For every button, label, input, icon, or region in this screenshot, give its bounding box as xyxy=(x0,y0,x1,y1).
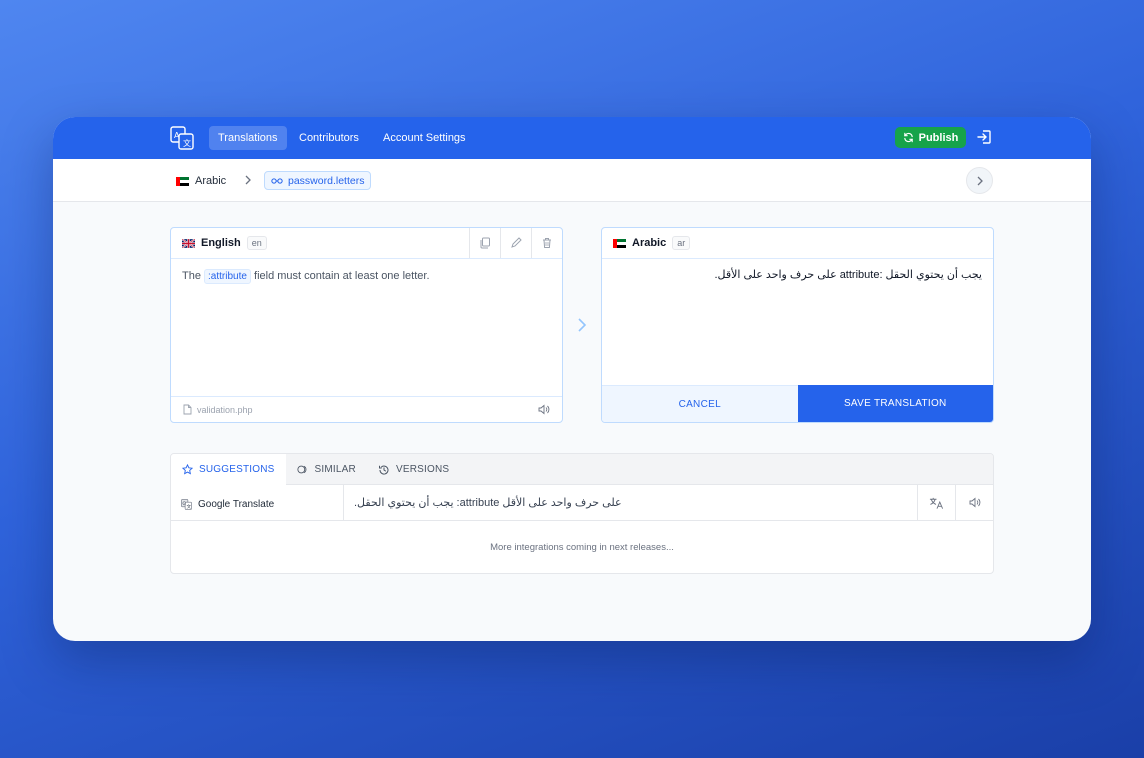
more-integrations-note: More integrations coming in next release… xyxy=(490,541,674,553)
chevron-right-icon xyxy=(578,318,587,332)
cancel-button[interactable]: CANCEL xyxy=(602,385,798,422)
google-translate-icon: G 文 xyxy=(181,498,192,510)
use-suggestion-button[interactable] xyxy=(917,485,955,520)
suggestion-source-label: Google Translate xyxy=(198,498,275,510)
chevron-right-icon xyxy=(245,175,251,185)
tab-versions[interactable]: VERSIONS xyxy=(367,454,460,485)
delete-button[interactable] xyxy=(531,228,562,258)
attribute-placeholder[interactable]: :attribute xyxy=(204,269,251,284)
tab-versions-label: VERSIONS xyxy=(395,464,450,475)
sync-icon xyxy=(903,132,913,143)
source-language-code: en xyxy=(246,236,267,250)
svg-text:文: 文 xyxy=(183,138,191,148)
source-header: English en xyxy=(171,228,562,259)
breadcrumb-language[interactable]: Arabic xyxy=(176,171,226,191)
speaker-icon[interactable] xyxy=(538,404,550,415)
tab-similar-label: SIMILAR xyxy=(314,464,356,475)
top-navigation: A 文 Translations Contributors Account Se… xyxy=(53,117,1091,159)
publish-button[interactable]: Publish xyxy=(895,127,966,148)
source-text-after: field must contain at least one letter. xyxy=(254,270,430,282)
target-header: Arabic ar xyxy=(602,228,993,259)
nav-translations[interactable]: Translations xyxy=(209,126,287,150)
file-icon xyxy=(183,404,192,415)
translation-input[interactable]: يجب أن يحتوي الحقل :attribute على حرف وا… xyxy=(602,259,993,385)
uae-flag-icon xyxy=(613,238,626,248)
next-key-button[interactable] xyxy=(966,167,993,194)
speaker-icon xyxy=(969,497,980,508)
uae-flag-icon xyxy=(176,176,189,186)
speak-suggestion-button[interactable] xyxy=(955,485,993,520)
source-text-before: The xyxy=(182,270,201,282)
source-language: English xyxy=(201,237,241,249)
publish-label: Publish xyxy=(918,131,959,144)
svg-text:A: A xyxy=(174,131,180,140)
tab-suggestions-label: SUGGESTIONS xyxy=(199,464,275,475)
pencil-icon xyxy=(511,237,522,248)
source-footer: validation.php xyxy=(171,396,562,422)
app-window: A 文 Translations Contributors Account Se… xyxy=(53,117,1091,641)
nav-contributors[interactable]: Contributors xyxy=(290,126,368,150)
breadcrumb-key-label: password.letters xyxy=(288,174,365,187)
breadcrumb-key[interactable]: password.letters xyxy=(264,171,372,190)
uk-flag-icon xyxy=(182,238,195,248)
save-translation-button[interactable]: SAVE TRANSLATION xyxy=(797,385,993,422)
suggestions-panel: SUGGESTIONS SIMILAR VERSIONS G 文 Google … xyxy=(170,453,994,574)
translate-icon xyxy=(929,497,944,509)
suggestion-source: G 文 Google Translate xyxy=(171,485,344,520)
target-panel: Arabic ar يجب أن يحتوي الحقل :attribute … xyxy=(601,227,994,423)
copy-icon xyxy=(480,237,490,249)
similar-icon xyxy=(296,465,306,474)
tab-suggestions[interactable]: SUGGESTIONS xyxy=(171,454,286,485)
breadcrumb-language-label: Arabic xyxy=(195,175,227,187)
suggestion-row: G 文 Google Translate على حرف واحد على ال… xyxy=(171,485,993,521)
copy-button[interactable] xyxy=(469,228,500,258)
target-language: Arabic xyxy=(632,237,667,249)
tab-similar[interactable]: SIMILAR xyxy=(286,454,367,485)
source-panel: English en The:attribute field must con… xyxy=(170,227,563,423)
star-icon xyxy=(182,464,193,475)
source-file: validation.php xyxy=(197,404,253,415)
trash-icon xyxy=(543,238,551,248)
key-icon xyxy=(271,177,283,184)
target-language-code: ar xyxy=(672,236,691,250)
history-icon xyxy=(378,465,389,475)
edit-button[interactable] xyxy=(500,228,531,258)
nav-account-settings[interactable]: Account Settings xyxy=(374,126,475,150)
suggestion-text[interactable]: على حرف واحد على الأقل attribute: يجب أن… xyxy=(344,485,917,520)
source-text: The :attribute field must contain at lea… xyxy=(171,259,562,397)
translate-logo-icon[interactable]: A 文 xyxy=(170,126,194,150)
suggestions-tabs: SUGGESTIONS SIMILAR VERSIONS xyxy=(171,454,993,485)
logout-icon[interactable] xyxy=(976,129,992,145)
chevron-right-icon xyxy=(977,176,983,185)
breadcrumb: Arabic password.letters xyxy=(53,159,1091,202)
